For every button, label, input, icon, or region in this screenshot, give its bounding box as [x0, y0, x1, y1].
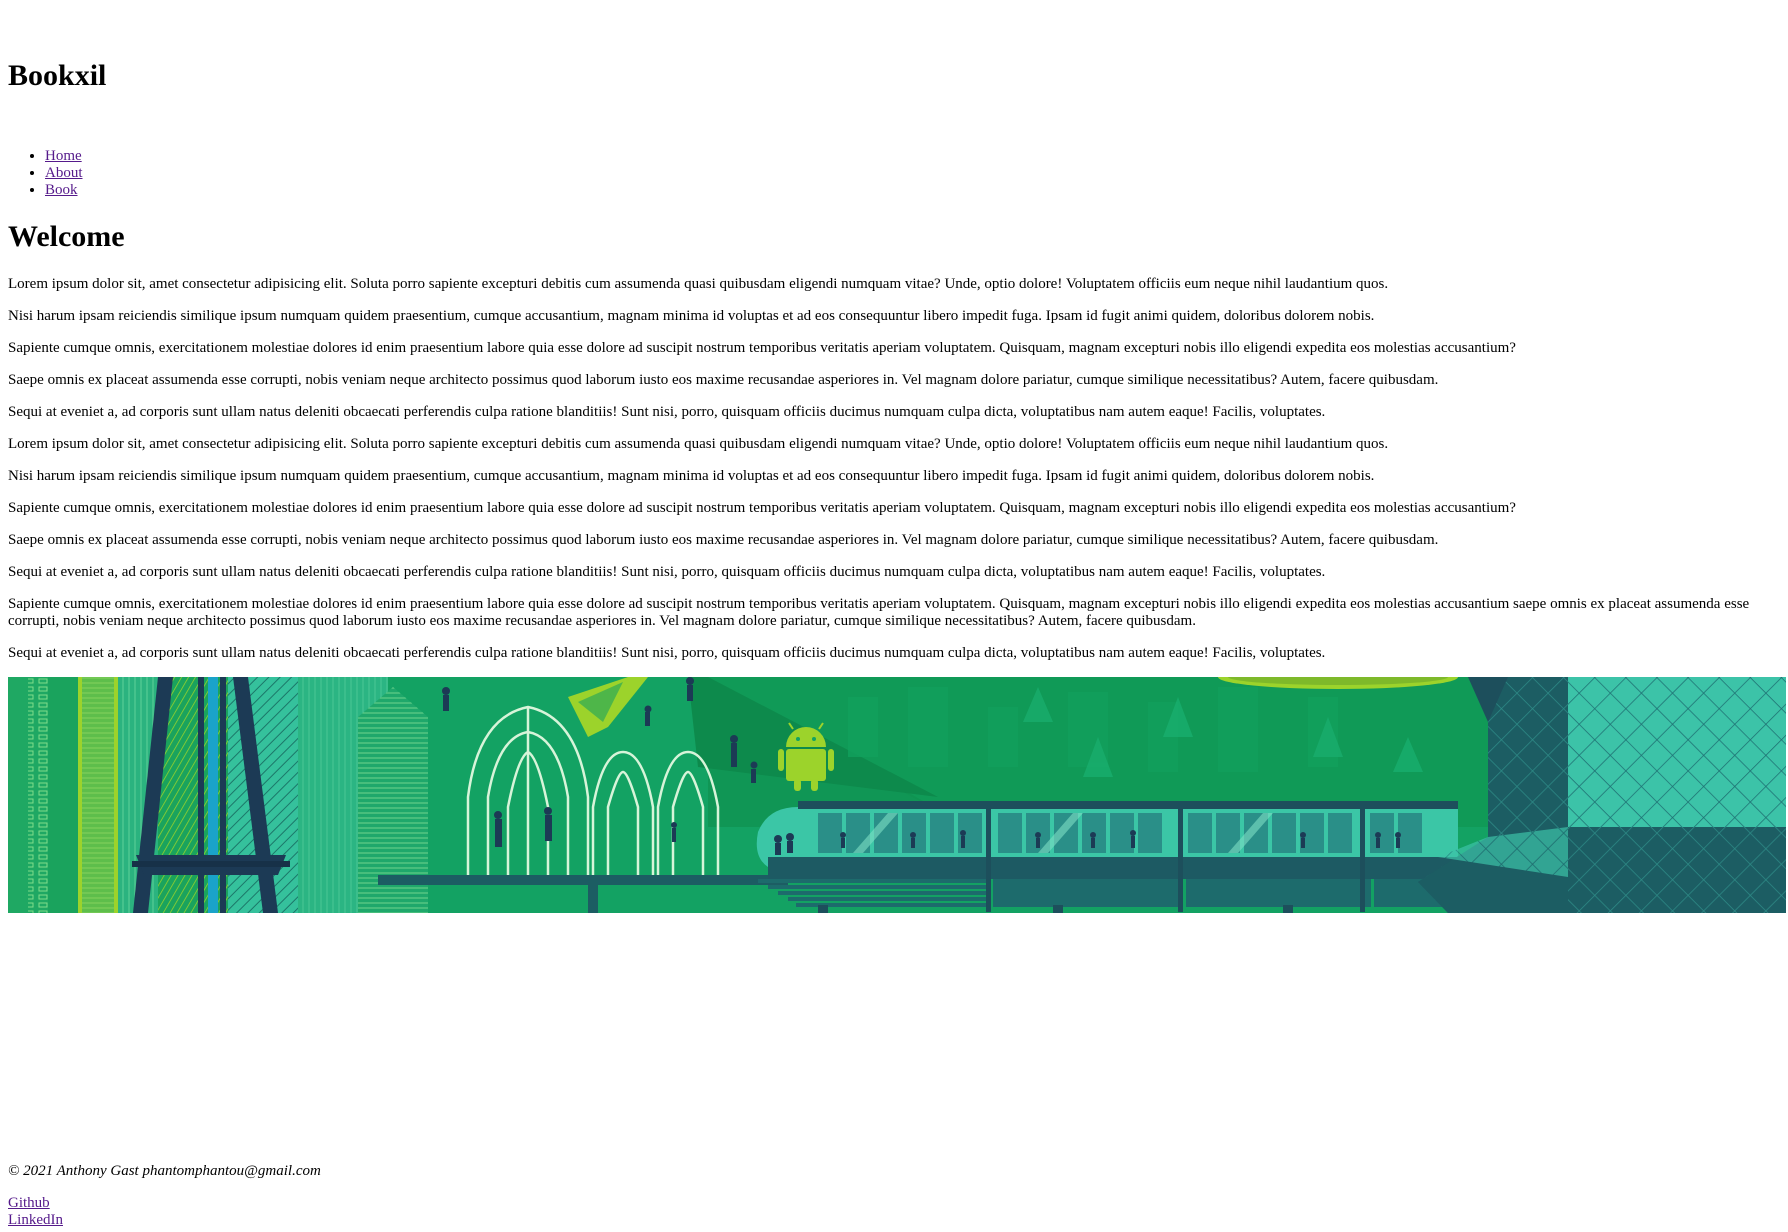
nav-item-about: About — [45, 165, 83, 182]
city-illustration — [8, 677, 1786, 913]
site-title: Bookxil — [8, 59, 107, 92]
footer-links: Github LinkedIn — [8, 1195, 63, 1229]
paragraph: Sequi at eveniet a, ad corporis sunt ull… — [8, 404, 1326, 420]
github-link[interactable]: Github — [8, 1195, 63, 1212]
welcome-heading: Welcome — [8, 220, 125, 253]
paragraph: Nisi harum ipsam reiciendis similique ip… — [8, 308, 1375, 324]
paragraph: Sequi at eveniet a, ad corporis sunt ull… — [8, 564, 1326, 580]
paragraph: Saepe omnis ex placeat assumenda esse co… — [8, 532, 1439, 548]
linkedin-link[interactable]: LinkedIn — [8, 1212, 63, 1229]
nav-item-book: Book — [45, 182, 83, 199]
paragraph: Lorem ipsum dolor sit, amet consectetur … — [8, 276, 1389, 292]
paragraph: Lorem ipsum dolor sit, amet consectetur … — [8, 436, 1389, 452]
paragraph: Nisi harum ipsam reiciendis similique ip… — [8, 468, 1375, 484]
paragraph: Sapiente cumque omnis, exercitationem mo… — [8, 596, 1750, 629]
paragraph: Sequi at eveniet a, ad corporis sunt ull… — [8, 645, 1326, 661]
banner-illustration — [8, 677, 1786, 913]
paragraph: Sapiente cumque omnis, exercitationem mo… — [8, 340, 1516, 356]
main-nav: Home About Book — [8, 148, 83, 199]
nav-link-home[interactable]: Home — [45, 148, 82, 164]
paragraph: Sapiente cumque omnis, exercitationem mo… — [8, 500, 1516, 516]
nav-link-book[interactable]: Book — [45, 182, 78, 198]
page: Bookxil Home About Book Welcome Lorem ip… — [0, 0, 1788, 1232]
paragraph: Saepe omnis ex placeat assumenda esse co… — [8, 372, 1439, 388]
nav-link-about[interactable]: About — [45, 165, 83, 181]
copyright-text: © 2021 Anthony Gast phantomphantou@gmail… — [8, 1163, 321, 1179]
main-content: Lorem ipsum dolor sit, amet consectetur … — [8, 276, 1780, 677]
nav-item-home: Home — [45, 148, 83, 165]
